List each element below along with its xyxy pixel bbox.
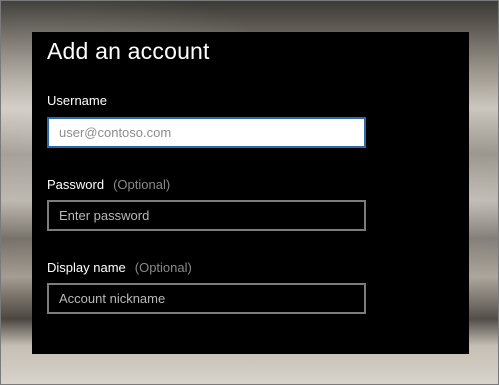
username-input[interactable] <box>47 117 366 148</box>
add-account-dialog: Add an account Username Password (Optiona… <box>32 32 469 354</box>
display-name-optional-hint: (Optional) <box>134 260 192 275</box>
dialog-title: Add an account <box>47 38 210 64</box>
display-name-input[interactable] <box>47 283 366 314</box>
password-optional-hint: (Optional) <box>113 177 171 192</box>
username-label-text: Username <box>47 93 107 108</box>
display-name-label: Display name (Optional) <box>47 260 192 275</box>
desktop-background: Add an account Username Password (Optiona… <box>0 0 499 385</box>
username-label: Username <box>47 93 107 108</box>
display-name-label-text: Display name <box>47 260 126 275</box>
password-input[interactable] <box>47 200 366 231</box>
password-label: Password (Optional) <box>47 177 170 192</box>
password-label-text: Password <box>47 177 105 192</box>
